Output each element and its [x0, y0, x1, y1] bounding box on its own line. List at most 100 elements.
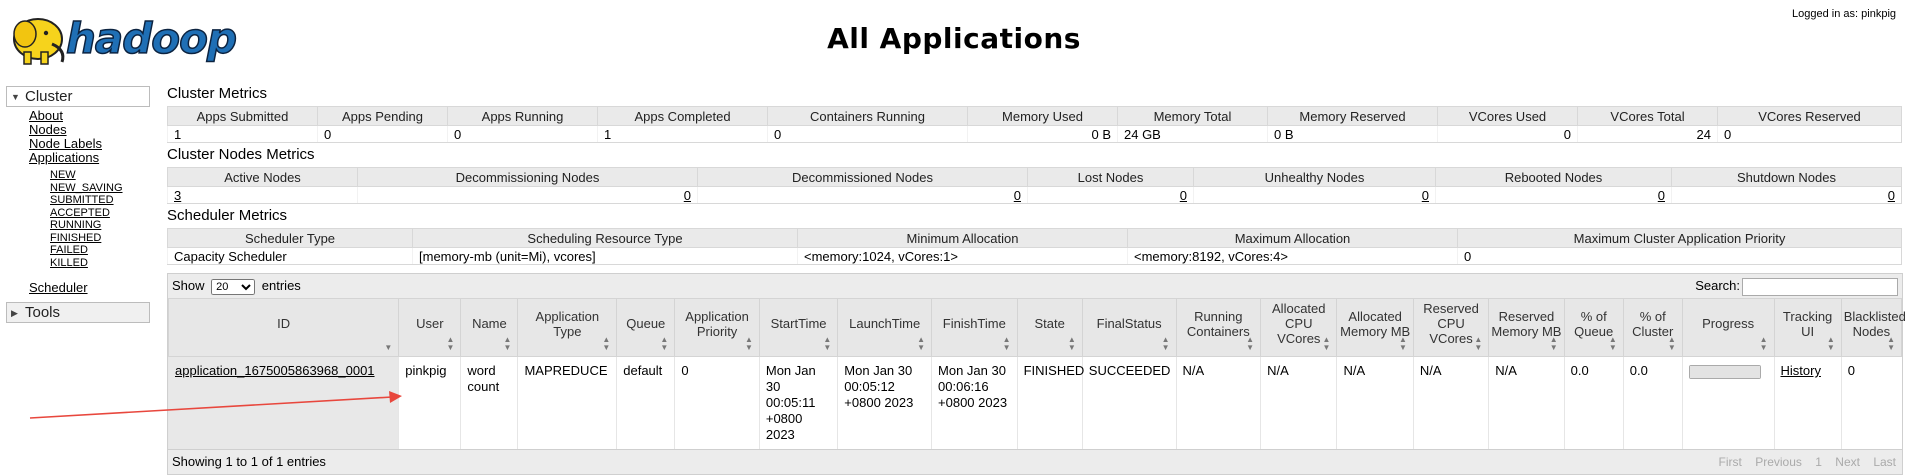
sort-icon: ▲ ▼ [1002, 335, 1011, 352]
nodes-metrics-header-row: Active Nodes Decommissioning Nodes Decom… [167, 167, 1902, 187]
value-apps-completed: 1 [597, 125, 768, 143]
search-box: Search: [1695, 274, 1898, 298]
main-content: Cluster Metrics Apps Submitted Apps Pend… [167, 84, 1906, 475]
sort-icon: ▲ ▼ [1246, 335, 1255, 352]
cell-pct-cluster: 0.0 [1622, 356, 1683, 449]
pager-last[interactable]: Last [1873, 455, 1896, 469]
sort-icon: ▲ ▼ [1067, 335, 1076, 352]
value-apps-running: 0 [447, 125, 598, 143]
cell-final-status: SUCCEEDED [1081, 356, 1177, 449]
nodes-metrics-table: Active Nodes Decommissioning Nodes Decom… [167, 167, 1902, 204]
header-memory-reserved: Memory Reserved [1267, 106, 1438, 126]
value-vcores-used: 0 [1437, 125, 1578, 143]
header-apps-completed: Apps Completed [597, 106, 768, 126]
arrow-head-icon [389, 391, 402, 403]
cell-running-containers: N/A [1175, 356, 1261, 449]
col-reserved-cpu-vcores[interactable]: Reserved CPU VCores ▲ ▼ [1412, 298, 1490, 357]
cell-application-type: MAPREDUCE [517, 356, 617, 449]
value-vcores-total: 24 [1577, 125, 1718, 143]
search-input[interactable] [1742, 277, 1898, 296]
col-reserved-memory-mb[interactable]: Reserved Memory MB ▲ ▼ [1488, 298, 1565, 357]
col-pct-queue[interactable]: % of Queue ▲ ▼ [1563, 298, 1624, 357]
value-memory-reserved: 0 B [1267, 125, 1438, 143]
col-progress[interactable]: Progress ▲ ▼ [1681, 298, 1775, 357]
header-rebooted-nodes: Rebooted Nodes [1435, 167, 1672, 187]
logged-in-user: Logged in as: pinkpig [1792, 8, 1896, 20]
header-apps-running: Apps Running [447, 106, 598, 126]
col-name[interactable]: Name ▲ ▼ [460, 298, 519, 357]
col-pct-cluster[interactable]: % of Cluster ▲ ▼ [1622, 298, 1683, 357]
link-shutdown-nodes[interactable]: 0 [1888, 188, 1895, 203]
col-start-time[interactable]: StartTime ▲ ▼ [758, 298, 839, 357]
value-maximum-allocation: <memory:8192, vCores:4> [1127, 247, 1458, 265]
col-finish-time[interactable]: FinishTime ▲ ▼ [931, 298, 1018, 357]
header-containers-running: Containers Running [767, 106, 968, 126]
header-decommissioned-nodes: Decommissioned Nodes [697, 167, 1028, 187]
link-unhealthy-nodes[interactable]: 0 [1422, 188, 1429, 203]
header-minimum-allocation: Minimum Allocation [797, 228, 1128, 248]
scheduler-metrics-title: Scheduler Metrics [167, 207, 288, 224]
value-minimum-allocation: <memory:1024, vCores:1> [797, 247, 1128, 265]
pagination: First Previous 1 Next Last [1709, 450, 1896, 474]
col-running-containers[interactable]: Running Containers ▲ ▼ [1175, 298, 1262, 357]
col-allocated-memory-mb[interactable]: Allocated Memory MB ▲ ▼ [1336, 298, 1414, 357]
table-row: application_1675005863968_0001 pinkpig w… [167, 356, 1902, 449]
cell-launch-time: Mon Jan 30 00:05:12 +0800 2023 [837, 356, 932, 449]
value-memory-used: 0 B [967, 125, 1118, 143]
value-containers-running: 0 [767, 125, 968, 143]
cell-finish-time: Mon Jan 30 00:06:16 +0800 2023 [931, 356, 1018, 449]
value-memory-total: 24 GB [1117, 125, 1268, 143]
history-link[interactable]: History [1781, 363, 1821, 378]
header-lost-nodes: Lost Nodes [1027, 167, 1194, 187]
header-shutdown-nodes: Shutdown Nodes [1671, 167, 1902, 187]
link-decommissioning-nodes[interactable]: 0 [684, 188, 691, 203]
sort-icon: ▲ ▼ [1608, 335, 1617, 352]
sort-icon: ▲ ▼ [1759, 335, 1768, 352]
sort-icon: ▲ ▼ [446, 335, 455, 352]
header-vcores-reserved: VCores Reserved [1717, 106, 1902, 126]
sort-icon: ▲ ▼ [1398, 335, 1407, 352]
col-blacklisted-nodes[interactable]: Blacklisted Nodes ▲ ▼ [1840, 298, 1906, 357]
col-application-priority[interactable]: Application Priority ▲ ▼ [674, 298, 760, 357]
header-unhealthy-nodes: Unhealthy Nodes [1193, 167, 1436, 187]
progress-fill [1689, 366, 1760, 378]
pager-previous[interactable]: Previous [1755, 455, 1802, 469]
col-tracking-ui[interactable]: Tracking UI ▲ ▼ [1773, 298, 1842, 357]
sort-icon: ▲ ▼ [1161, 335, 1170, 352]
arrow-line [29, 396, 393, 419]
pager-page-1[interactable]: 1 [1815, 455, 1822, 469]
header-memory-used: Memory Used [967, 106, 1118, 126]
cell-start-time: Mon Jan 30 00:05:11 +0800 2023 [758, 356, 838, 449]
link-lost-nodes[interactable]: 0 [1180, 188, 1187, 203]
table-footer: Showing 1 to 1 of 1 entries First Previo… [168, 449, 1902, 474]
cell-state: FINISHED [1016, 356, 1084, 449]
col-launch-time[interactable]: LaunchTime ▲ ▼ [837, 298, 933, 357]
link-rebooted-nodes[interactable]: 0 [1658, 188, 1665, 203]
table-controls: Show 20 entries Search: [168, 274, 1902, 298]
col-state[interactable]: State ▲ ▼ [1016, 298, 1083, 357]
scheduler-metrics-value-row: Capacity Scheduler [memory-mb (unit=Mi),… [167, 247, 1902, 265]
col-allocated-cpu-vcores[interactable]: Allocated CPU VCores ▲ ▼ [1260, 298, 1338, 357]
col-queue[interactable]: Queue ▲ ▼ [616, 298, 676, 357]
value-vcores-reserved: 0 [1717, 125, 1902, 143]
header-vcores-total: VCores Total [1577, 106, 1718, 126]
cell-priority: 0 [674, 356, 760, 449]
col-application-type[interactable]: Application Type ▲ ▼ [517, 298, 618, 357]
cell-blacklisted-nodes: 0 [1840, 356, 1902, 449]
sort-icon: ▲ ▼ [602, 335, 611, 352]
pager-next[interactable]: Next [1835, 455, 1860, 469]
col-final-status[interactable]: FinalStatus ▲ ▼ [1081, 298, 1177, 357]
applications-table-wrapper: Show 20 entries Search: ID ▼ User ▲ ▼ Name ▲… [167, 273, 1906, 475]
applications-table: ID ▼ User ▲ ▼ Name ▲ ▼ Application Type ▲ ▼ Que… [167, 298, 1906, 449]
header-max-app-priority: Maximum Cluster Application Priority [1457, 228, 1902, 248]
cell-pct-queue: 0.0 [1563, 356, 1624, 449]
sort-icon: ▲ ▼ [1322, 335, 1331, 352]
value-max-app-priority: 0 [1457, 247, 1902, 265]
sort-icon: ▲ ▼ [660, 335, 669, 352]
header-vcores-used: VCores Used [1437, 106, 1578, 126]
sort-icon: ▲ ▼ [917, 335, 926, 352]
link-decommissioned-nodes[interactable]: 0 [1014, 188, 1021, 203]
cell-reserved-vcores: N/A [1412, 356, 1489, 449]
pager-first[interactable]: First [1719, 455, 1742, 469]
sort-icon: ▲ ▼ [1887, 335, 1895, 352]
